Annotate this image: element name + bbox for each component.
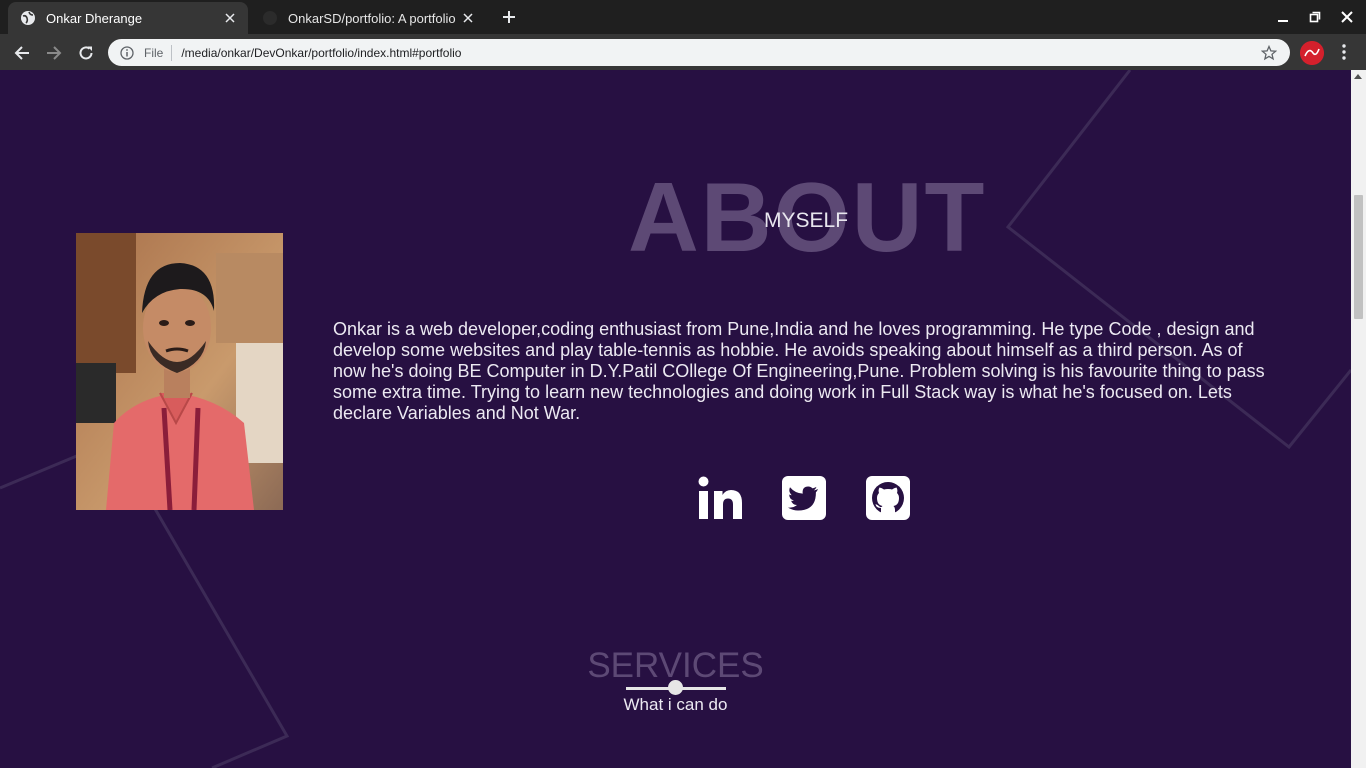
globe-icon [20, 10, 36, 26]
github-favicon-icon [262, 10, 278, 26]
linkedin-icon[interactable] [696, 474, 744, 522]
github-icon[interactable] [864, 474, 912, 522]
reload-icon[interactable] [75, 42, 97, 64]
tab-title: OnkarSD/portfolio: A portfolio [288, 10, 456, 26]
maximize-icon[interactable] [1306, 8, 1324, 26]
twitter-icon[interactable] [780, 474, 828, 522]
address-scheme-label: File [144, 45, 164, 60]
tab-onkar-dherange[interactable]: Onkar Dherange [8, 2, 248, 34]
services-underline-dot [668, 680, 683, 695]
browser-tab-bar: Onkar Dherange OnkarSD/portfolio: A port… [0, 0, 1366, 34]
page-viewport: ABOUT MYSELF Onkar is a web developer,co… [0, 70, 1366, 768]
scrollbar-thumb[interactable] [1354, 195, 1363, 319]
address-separator [171, 44, 173, 61]
profile-avatar[interactable] [1300, 41, 1324, 65]
scroll-up-arrow-icon[interactable] [1354, 74, 1362, 79]
page-scrollbar[interactable] [1351, 70, 1366, 768]
close-tab-icon[interactable] [222, 10, 238, 26]
profile-photo [76, 233, 283, 510]
new-tab-icon[interactable] [496, 5, 522, 29]
address-url[interactable]: /media/onkar/DevOnkar/portfolio/index.ht… [181, 46, 1260, 60]
browser-toolbar: File /media/onkar/DevOnkar/portfolio/ind… [0, 34, 1366, 70]
tab-title: Onkar Dherange [46, 10, 143, 26]
back-icon[interactable] [11, 42, 33, 64]
about-heading: MYSELF [764, 209, 849, 232]
about-bio: Onkar is a web developer,coding enthusia… [333, 319, 1265, 423]
forward-icon[interactable] [43, 42, 65, 64]
menu-icon[interactable] [1334, 42, 1354, 62]
star-icon[interactable] [1260, 44, 1278, 62]
services-subtitle: What i can do [623, 695, 728, 714]
close-tab-icon[interactable] [460, 10, 476, 26]
tab-github-portfolio[interactable]: OnkarSD/portfolio: A portfolio [250, 2, 486, 34]
address-bar[interactable]: File /media/onkar/DevOnkar/portfolio/ind… [108, 39, 1290, 66]
close-window-icon[interactable] [1338, 8, 1356, 26]
info-icon[interactable] [120, 45, 136, 61]
minimize-icon[interactable] [1274, 8, 1292, 26]
